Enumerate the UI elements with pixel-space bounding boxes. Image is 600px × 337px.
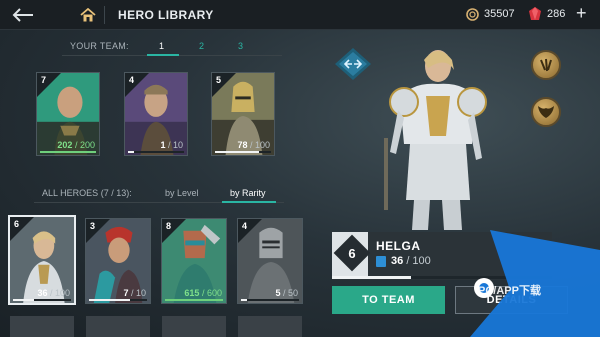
progress-max: / 100 [406,255,431,267]
team-hero-card[interactable]: 7 202 / 200 [36,72,100,156]
hero-card[interactable]: 3 7 / 10 [85,218,151,304]
page-title: HERO LIBRARY [118,8,214,22]
progress-value: 36 [391,255,404,267]
hero-card[interactable]: 8 615 / 600 [161,218,227,304]
wings-skill-icon [538,106,554,118]
hero-card-icon [376,256,386,267]
progress-max: / 10 [130,288,146,298]
progress-value: 36 [37,288,48,298]
progress-value: 5 [275,288,281,298]
team-label: YOUR TEAM: [70,41,129,51]
progress-bar [13,299,71,301]
back-arrow-icon [12,8,33,22]
progress-fill [40,151,96,153]
team-tab-3[interactable]: 3 [238,41,243,51]
progress-fill [128,151,134,153]
skill-button[interactable] [531,97,561,127]
sort-by-level-tab[interactable]: by Level [165,188,199,198]
hero-card[interactable]: 6 36 / 100 [8,215,76,305]
claw-skill-icon [540,58,552,72]
hero-card-partial[interactable] [238,316,302,337]
team-tab-1[interactable]: 1 [159,41,164,51]
skill-button[interactable] [531,50,561,80]
hero-level: 3 [90,221,96,231]
progress-max: / 100 [49,288,70,298]
hero-cards-progress: 202 / 200 [57,140,95,150]
progress-fill [241,299,247,301]
team-hero-card[interactable]: 5 78 / 100 [211,72,275,156]
selected-hero-progress: 36 / 100 [391,255,431,267]
progress-value: 615 [184,288,200,298]
progress-max: / 100 [249,140,270,150]
progress-bar [89,299,147,301]
progress-value: 202 [57,140,73,150]
coin-icon [466,8,479,21]
hero-cards-progress: 78 / 100 [237,140,270,150]
progress-bar [128,151,184,153]
all-heroes-count: (7 / 13): [100,188,132,198]
plus-icon: + [576,3,587,23]
progress-fill [13,299,34,301]
top-bar: HERO LIBRARY 35507 286 + [0,0,600,30]
top-separator [104,6,105,24]
hero-cards-progress: 5 / 50 [275,288,298,298]
hero-level: 8 [166,221,172,231]
all-heroes-label: ALL HEROES (7 / 13): [42,188,132,198]
hero-level: 4 [129,75,135,85]
sort-tab-indicator [222,201,276,203]
progress-max: / 10 [167,140,183,150]
back-button[interactable] [8,4,38,26]
hero-level: 6 [14,219,20,229]
sort-by-rarity-tab[interactable]: by Rarity [230,188,266,198]
selected-hero-level: 6 [348,246,356,261]
progress-bar [215,151,271,153]
progress-value: 78 [237,140,248,150]
selected-hero-name: HELGA [376,239,421,253]
hero-3d-model [384,50,487,230]
hero-card[interactable]: 4 5 / 50 [237,218,303,304]
gem-icon [529,7,541,20]
progress-max: / 50 [282,288,298,298]
progress-value: 1 [160,140,166,150]
hero-cards-progress: 1 / 10 [160,140,183,150]
home-icon [80,8,96,22]
to-team-button[interactable]: TO TEAM [332,286,445,314]
swap-hero-icon[interactable] [331,46,375,82]
coin-count: 35507 [484,8,515,20]
hero-card-partial[interactable] [10,316,74,337]
team-tab-2[interactable]: 2 [199,41,204,51]
progress-bar [40,151,96,153]
progress-bar [165,299,223,301]
hero-level: 4 [242,221,248,231]
progress-bar [241,299,299,301]
hero-cards-progress: 7 / 10 [123,288,146,298]
team-tab-indicator [147,54,179,56]
add-currency-button[interactable]: + [576,3,587,24]
progress-fill [165,299,223,301]
progress-fill [332,276,412,279]
progress-value: 7 [123,288,129,298]
hero-card-partial[interactable] [86,316,150,337]
progress-max: / 200 [74,140,95,150]
progress-fill [215,151,259,153]
hero-cards-progress: 36 / 100 [37,288,70,298]
watermark-text: PC/APP下载 [478,285,541,297]
progress-fill [89,299,130,301]
hero-cards-progress: 615 / 600 [184,288,222,298]
hero-card-partial[interactable] [162,316,226,337]
home-button[interactable] [76,0,100,30]
hero-level: 5 [216,75,222,85]
all-heroes-title: ALL HEROES [42,188,99,198]
team-hero-card[interactable]: 4 1 / 10 [124,72,188,156]
progress-max: / 600 [201,288,222,298]
gem-count: 286 [547,8,566,20]
hero-level: 7 [41,75,47,85]
